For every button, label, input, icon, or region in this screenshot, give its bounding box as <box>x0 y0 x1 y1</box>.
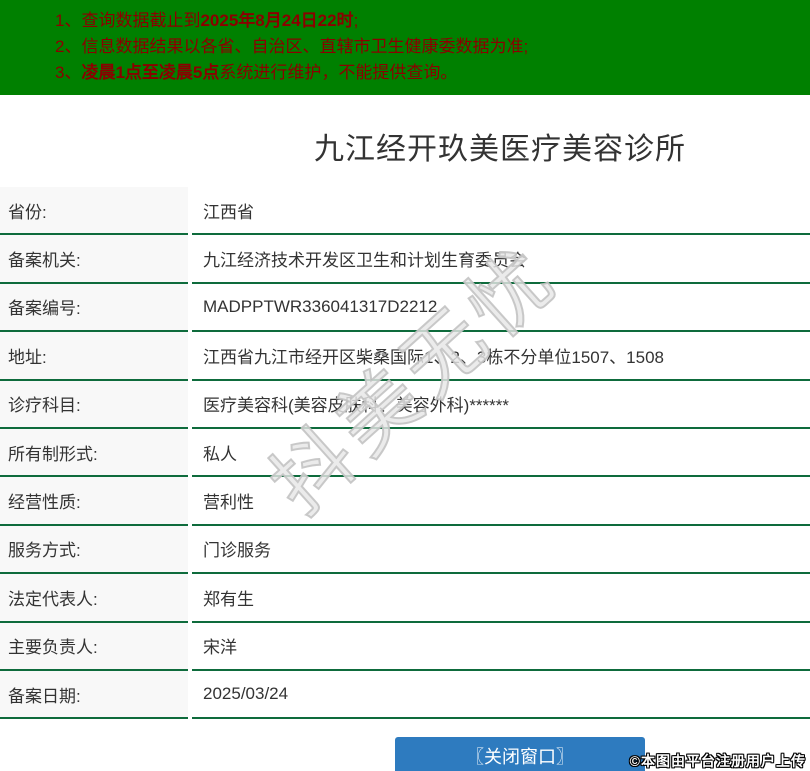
table-row-filing-authority: 备案机关: 九江经济技术开发区卫生和计划生育委员会 <box>0 235 810 284</box>
row-value: 私人 <box>192 428 810 478</box>
notice-text: ; <box>353 11 359 30</box>
notice-line-2: 2、信息数据结果以各省、自治区、直辖市卫生健康委数据为准; <box>55 34 800 60</box>
row-label: 经营性质: <box>0 477 188 526</box>
notice-text: 系统进行维护，不能提供查询。 <box>219 63 458 82</box>
row-value: 宋洋 <box>192 622 810 671</box>
notice-line-3: 3、凌晨1点至凌晨5点系统进行维护，不能提供查询。 <box>55 60 800 86</box>
row-value: 江西省九江市经开区柴桑国际1、2、3栋不分单位1507、1508 <box>192 332 810 381</box>
row-label: 主要负责人: <box>0 622 188 671</box>
notice-text-bold: 2025年8月24日22时 <box>200 11 354 30</box>
row-label: 所有制形式: <box>0 428 188 478</box>
notice-text: 查询数据截止到 <box>81 11 201 30</box>
table-row-business-nature: 经营性质: 营利性 <box>0 477 810 526</box>
table-row-province: 省份: 江西省 <box>0 187 810 236</box>
table-row-address: 地址: 江西省九江市经开区柴桑国际1、2、3栋不分单位1507、1508 <box>0 332 810 381</box>
row-value: 2025/03/24 <box>192 670 810 720</box>
row-value: 营利性 <box>192 477 810 526</box>
notice-line-1: 1、查询数据截止到2025年8月24日22时; <box>55 8 800 34</box>
close-window-button[interactable]: 〖关闭窗口〗 <box>395 737 645 771</box>
row-value: 门诊服务 <box>192 525 810 575</box>
row-label: 服务方式: <box>0 525 188 575</box>
row-value: 江西省 <box>192 187 810 236</box>
row-label: 法定代表人: <box>0 574 188 623</box>
row-value: 医疗美容科(美容皮肤科、美容外科)****** <box>192 380 810 429</box>
notice-text-bold: 凌晨1点至凌晨5点 <box>81 63 220 82</box>
row-label: 诊疗科目: <box>0 380 188 429</box>
row-label: 备案编号: <box>0 283 188 333</box>
row-label: 地址: <box>0 332 188 381</box>
page-title: 九江经开玖美医疗美容诊所 <box>314 133 686 166</box>
row-value: 郑有生 <box>192 574 810 623</box>
record-table: 省份: 江西省 备案机关: 九江经济技术开发区卫生和计划生育委员会 备案编号: … <box>0 187 810 720</box>
table-row-legal-representative: 法定代表人: 郑有生 <box>0 574 810 623</box>
table-row-main-person-in-charge: 主要负责人: 宋洋 <box>0 622 810 671</box>
table-row-medical-subjects: 诊疗科目: 医疗美容科(美容皮肤科、美容外科)****** <box>0 380 810 429</box>
notice-banner: 1、查询数据截止到2025年8月24日22时; 2、信息数据结果以各省、自治区、… <box>0 0 810 95</box>
row-label: 省份: <box>0 187 188 236</box>
row-label: 备案机关: <box>0 235 188 284</box>
notice-number: 3、 <box>55 63 82 82</box>
row-value: 九江经济技术开发区卫生和计划生育委员会 <box>192 235 810 284</box>
notice-text: 信息数据结果以各省、自治区、直辖市卫生健康委数据为准; <box>81 37 529 56</box>
row-value: MADPPTWR336041317D2212 <box>192 283 810 333</box>
table-row-ownership-form: 所有制形式: 私人 <box>0 428 810 478</box>
table-row-filing-number: 备案编号: MADPPTWR336041317D2212 <box>0 283 810 333</box>
row-label: 备案日期: <box>0 670 188 720</box>
notice-number: 2、 <box>55 37 82 56</box>
table-row-filing-date: 备案日期: 2025/03/24 <box>0 670 810 720</box>
notice-number: 1、 <box>55 11 82 30</box>
copyright-note: ©本图由平台注册用户上传 <box>629 753 806 769</box>
table-row-service-mode: 服务方式: 门诊服务 <box>0 525 810 575</box>
